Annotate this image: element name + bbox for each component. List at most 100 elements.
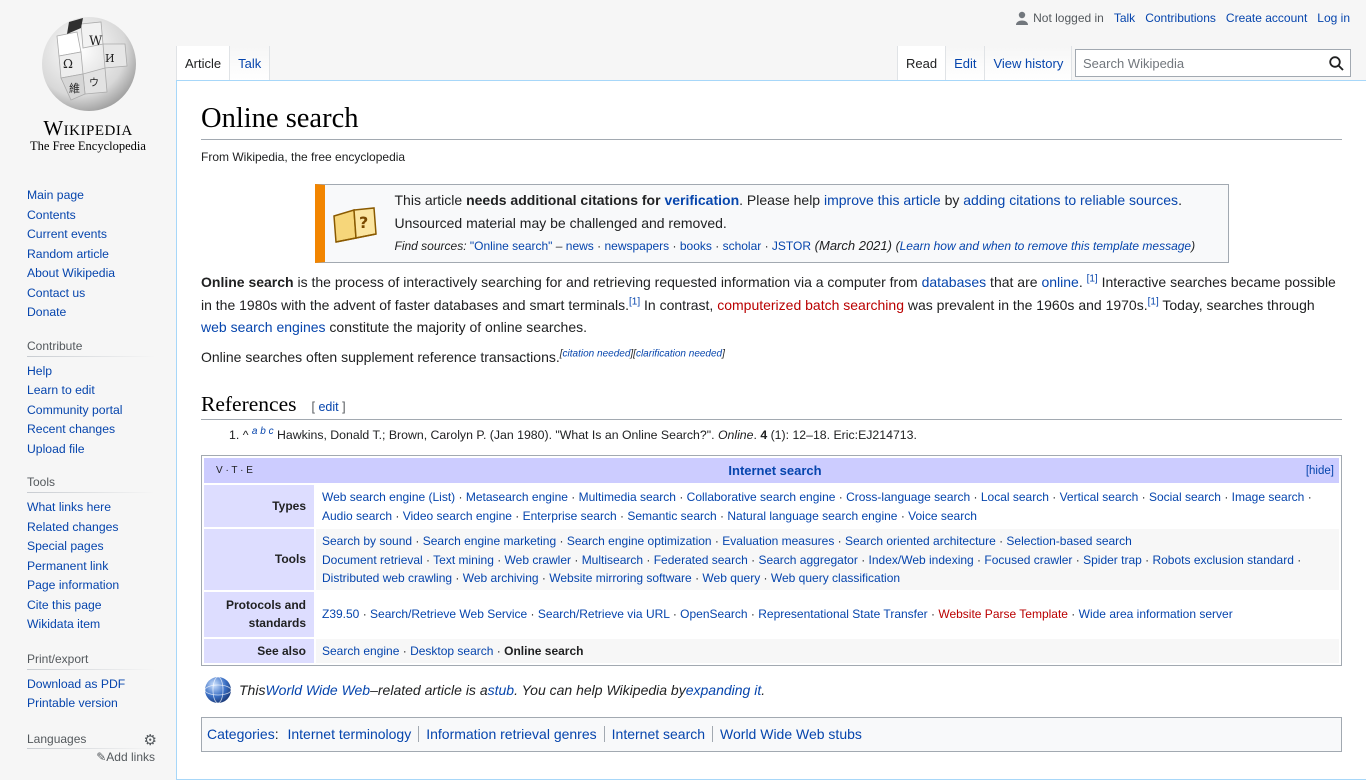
citation-needed-link[interactable]: citation needed: [563, 348, 631, 359]
navbox-link[interactable]: Desktop search: [410, 644, 493, 658]
navbox-link[interactable]: Focused crawler: [984, 553, 1072, 567]
navbox-link[interactable]: Selection-based search: [1006, 534, 1131, 548]
navbox-link[interactable]: Search/Retrieve Web Service: [370, 607, 527, 621]
tab-talk[interactable]: Talk: [229, 46, 271, 80]
newspapers-link[interactable]: newspapers: [604, 239, 669, 253]
stub-link[interactable]: stub: [488, 682, 514, 698]
navbox-link[interactable]: Search engine marketing: [423, 534, 556, 548]
navbox-link[interactable]: Semantic search: [627, 509, 716, 523]
expanding-link[interactable]: expanding it: [686, 682, 762, 698]
ref-1-a[interactable]: [1]: [1087, 274, 1098, 285]
verification-link[interactable]: verification: [664, 192, 739, 208]
create-account-link[interactable]: Create account: [1226, 11, 1307, 25]
books-link[interactable]: books: [680, 239, 712, 253]
navbox-link[interactable]: Collaborative search engine: [687, 490, 836, 504]
navbox-link[interactable]: Voice search: [908, 509, 977, 523]
ref-1-c[interactable]: [1]: [1148, 296, 1159, 307]
sidebar-item-upload-file[interactable]: Upload file: [27, 442, 85, 456]
navbox-link[interactable]: Web query: [702, 571, 760, 585]
sidebar-item-help[interactable]: Help: [27, 364, 52, 378]
navbox-link[interactable]: Web crawler: [505, 553, 571, 567]
sidebar-item-cite-this-page[interactable]: Cite this page: [27, 598, 102, 612]
jstor-link[interactable]: JSTOR: [772, 239, 811, 253]
category-link[interactable]: Internet search: [603, 726, 712, 743]
navbox-link[interactable]: Metasearch engine: [466, 490, 568, 504]
tab-edit[interactable]: Edit: [945, 46, 985, 80]
databases-link[interactable]: databases: [922, 274, 987, 290]
edit-section-link[interactable]: edit: [318, 400, 338, 414]
ref-1-b[interactable]: [1]: [629, 296, 640, 307]
navbox-link[interactable]: Distributed web crawling: [322, 571, 452, 585]
sidebar-item-donate[interactable]: Donate: [27, 305, 66, 319]
backlinks[interactable]: a b c: [252, 426, 274, 437]
world-wide-web-link[interactable]: World Wide Web: [265, 682, 370, 698]
navbox-link[interactable]: Robots exclusion standard: [1152, 553, 1293, 567]
navbox-link[interactable]: Multisearch: [582, 553, 643, 567]
login-link[interactable]: Log in: [1317, 11, 1350, 25]
category-link[interactable]: Internet terminology: [282, 726, 418, 742]
navbox-link[interactable]: Enterprise search: [523, 509, 617, 523]
navbox-link[interactable]: Cross-language search: [846, 490, 970, 504]
navbox-link[interactable]: Vertical search: [1060, 490, 1139, 504]
sidebar-item-main-page[interactable]: Main page: [27, 188, 84, 202]
sidebar-item-community-portal[interactable]: Community portal: [27, 403, 123, 417]
adding-citations-link[interactable]: adding citations to reliable sources: [963, 192, 1178, 208]
sidebar-item-contact[interactable]: Contact us: [27, 286, 85, 300]
sidebar-item-learn-to-edit[interactable]: Learn to edit: [27, 383, 95, 397]
sidebar-item-special-pages[interactable]: Special pages: [27, 539, 104, 553]
navbox-link[interactable]: Text mining: [433, 553, 494, 567]
navbox-link[interactable]: Local search: [981, 490, 1049, 504]
navbox-link[interactable]: Evaluation measures: [722, 534, 834, 548]
navbox-link[interactable]: Search oriented architecture: [845, 534, 996, 548]
navbox-link[interactable]: Website Parse Template: [938, 607, 1068, 621]
navbox-link[interactable]: Social search: [1149, 490, 1221, 504]
navbox-link[interactable]: Z39.50: [322, 607, 359, 621]
sidebar-item-what-links-here[interactable]: What links here: [27, 500, 111, 514]
navbox-link[interactable]: Image search: [1232, 490, 1305, 504]
navbox-link[interactable]: Index/Web indexing: [869, 553, 974, 567]
talk-link[interactable]: Talk: [1114, 11, 1135, 25]
navbox-link[interactable]: Multimedia search: [579, 490, 676, 504]
search-button[interactable]: [1322, 50, 1350, 76]
learn-remove-link[interactable]: Learn how and when to remove this templa…: [900, 239, 1192, 253]
sidebar-item-page-information[interactable]: Page information: [27, 578, 119, 592]
hide-button[interactable]: [hide]: [1254, 465, 1334, 477]
sidebar-item-wikidata-item[interactable]: Wikidata item: [27, 617, 100, 631]
clarification-needed-link[interactable]: clarification needed: [636, 348, 722, 359]
gear-icon[interactable]: ⚙: [144, 731, 157, 749]
sidebar-item-download-pdf[interactable]: Download as PDF: [27, 677, 125, 691]
sidebar-item-permanent-link[interactable]: Permanent link: [27, 559, 108, 573]
tab-article[interactable]: Article: [176, 46, 230, 80]
tab-view-history[interactable]: View history: [984, 46, 1073, 80]
navbox-link[interactable]: Search/Retrieve via URL: [538, 607, 670, 621]
sidebar-item-printable-version[interactable]: Printable version: [27, 696, 118, 710]
find-sources-query-link[interactable]: "Online search": [470, 239, 553, 253]
sidebar-item-related-changes[interactable]: Related changes: [27, 520, 118, 534]
scholar-link[interactable]: scholar: [723, 239, 762, 253]
add-links-link[interactable]: ✎Add links: [27, 750, 155, 764]
navbox-link[interactable]: Search aggregator: [758, 553, 857, 567]
computerized-batch-link[interactable]: computerized batch searching: [717, 297, 904, 313]
navbox-link[interactable]: Website mirroring software: [549, 571, 692, 585]
navbox-link[interactable]: Document retrieval: [322, 553, 423, 567]
navbox-link[interactable]: Video search engine: [403, 509, 512, 523]
navbox-link[interactable]: Web archiving: [463, 571, 539, 585]
search-input[interactable]: [1076, 55, 1322, 71]
navbox-link[interactable]: Search by sound: [322, 534, 412, 548]
navbox-link[interactable]: Wide area information server: [1079, 607, 1233, 621]
category-link[interactable]: World Wide Web stubs: [712, 726, 869, 743]
sidebar-item-random-article[interactable]: Random article: [27, 247, 109, 261]
news-link[interactable]: news: [566, 239, 594, 253]
navbox-title[interactable]: Internet search: [728, 463, 821, 478]
sidebar-item-contents[interactable]: Contents: [27, 208, 76, 222]
web-search-engines-link[interactable]: web search engines: [201, 319, 326, 335]
navbox-link[interactable]: Federated search: [654, 553, 748, 567]
category-link[interactable]: Information retrieval genres: [418, 726, 603, 743]
navbox-link[interactable]: Search engine optimization: [567, 534, 712, 548]
navbox-link[interactable]: Web query classification: [771, 571, 900, 585]
navbox-link[interactable]: Spider trap: [1083, 553, 1142, 567]
online-link[interactable]: online: [1041, 274, 1078, 290]
navbox-link[interactable]: Audio search: [322, 509, 392, 523]
vte-links[interactable]: V · T · E: [216, 465, 296, 476]
tab-read[interactable]: Read: [897, 46, 946, 80]
